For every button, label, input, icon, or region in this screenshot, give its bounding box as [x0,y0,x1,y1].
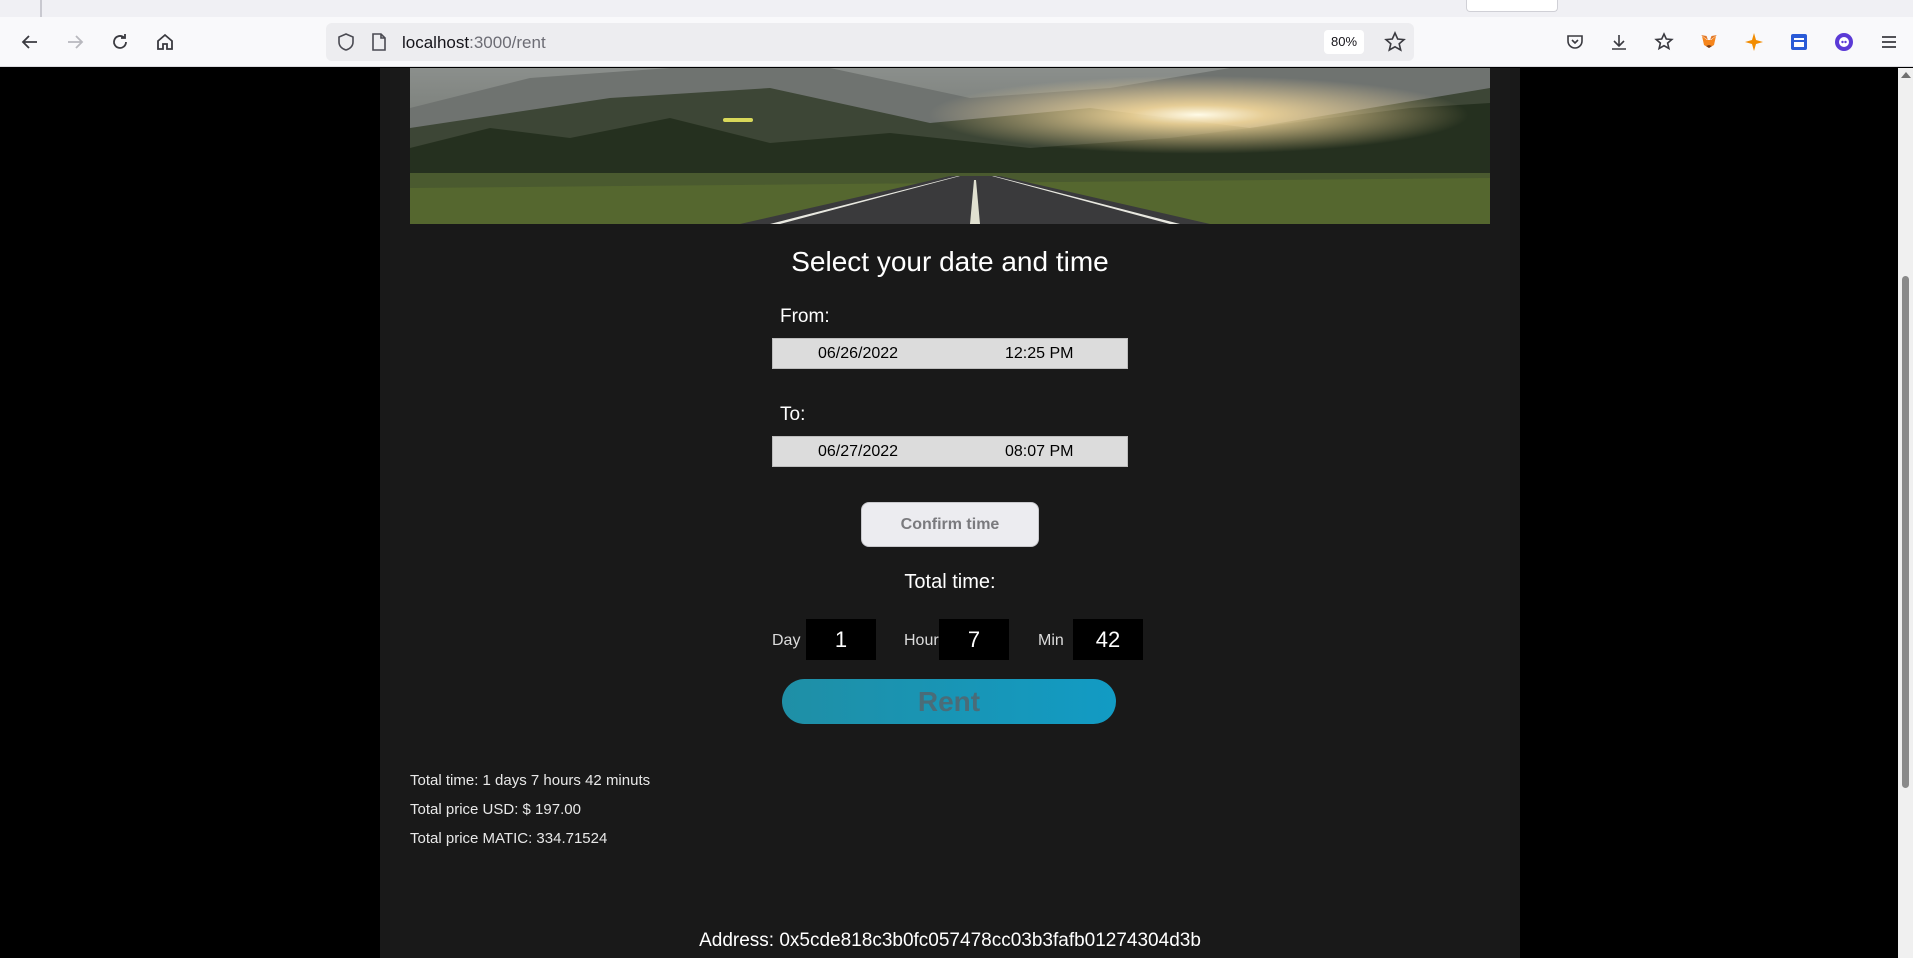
scroll-up-arrow-icon[interactable] [1901,72,1911,78]
scrollbar-thumb[interactable] [1902,276,1909,788]
pocket-icon[interactable] [1562,29,1588,55]
url-host: localhost [402,33,470,52]
summary-price-usd: Total price USD: $ 197.00 [410,801,581,818]
forward-icon[interactable] [60,27,90,57]
page-viewport: Select your date and time From: 06/26/20… [0,68,1913,958]
total-time-heading: Total time: [904,571,996,593]
summary-total-time: Total time: 1 days 7 hours 42 minuts [410,772,651,789]
tab-preview[interactable] [1466,0,1558,12]
rent-button[interactable]: Rent [782,679,1116,724]
to-time[interactable]: 08:07 PM [1005,443,1073,461]
tab-strip [0,0,1913,17]
from-time[interactable]: 12:25 PM [1005,345,1073,363]
day-value: 1 [806,619,876,660]
url-bar[interactable]: localhost:3000/rent 80% [326,23,1414,61]
wallet-address: Address: 0x5cde818c3b0fc057478cc03b3fafb… [699,930,1201,951]
url-path: :3000/rent [469,33,546,52]
to-label: To: [780,404,806,425]
hour-value: 7 [939,619,1009,660]
page-icon[interactable] [370,32,388,52]
reload-icon[interactable] [105,27,135,57]
rent-panel: Select your date and time From: 06/26/20… [380,68,1520,958]
page-scrollbar[interactable] [1898,68,1913,958]
min-label: Min [1038,632,1064,649]
sparkle-extension-icon[interactable] [1741,29,1767,55]
metamask-icon[interactable] [1696,29,1722,55]
to-datetime-input[interactable]: 06/27/2022 08:07 PM [772,436,1128,467]
from-datetime-input[interactable]: 06/26/2022 12:25 PM [772,338,1128,369]
shield-icon[interactable] [336,32,356,52]
summary-price-matic: Total price MATIC: 334.71524 [410,830,608,847]
from-date[interactable]: 06/26/2022 [818,345,898,363]
hour-label: Hour [904,632,939,649]
back-icon[interactable] [15,27,45,57]
to-date[interactable]: 06/27/2022 [818,443,898,461]
from-label: From: [780,306,830,327]
browser-toolbar: localhost:3000/rent 80% [0,17,1913,67]
tab-edge [40,0,42,17]
profile-extension-icon[interactable] [1831,29,1857,55]
min-value: 42 [1073,619,1143,660]
menu-icon[interactable] [1876,29,1902,55]
confirm-time-button[interactable]: Confirm time [861,502,1039,547]
zoom-level-button[interactable]: 80% [1324,30,1365,54]
page-title: Select your date and time [791,246,1109,277]
road-landscape-image [410,68,1490,224]
bookmark-star-icon[interactable] [1384,31,1406,53]
window-extension-icon[interactable] [1786,29,1812,55]
download-icon[interactable] [1606,29,1632,55]
url-text[interactable]: localhost:3000/rent [402,33,546,53]
day-label: Day [772,632,801,649]
home-icon[interactable] [150,27,180,57]
extensions-icon[interactable] [1651,29,1677,55]
